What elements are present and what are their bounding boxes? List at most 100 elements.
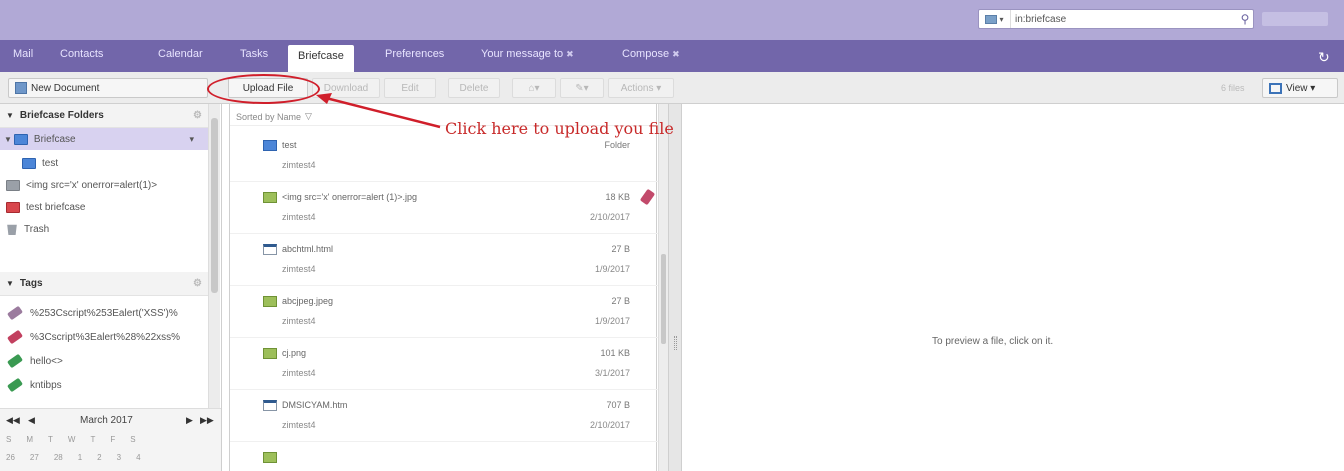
item-count: 6 files <box>1221 83 1245 93</box>
next-month-icon[interactable]: ▶ <box>186 415 193 426</box>
tab-briefcase[interactable]: Briefcase <box>288 45 354 72</box>
document-icon <box>985 14 998 24</box>
view-icon <box>1269 82 1282 94</box>
user-menu[interactable] <box>1262 12 1328 26</box>
folder-gray-icon <box>6 179 20 191</box>
weekday: T <box>90 435 96 444</box>
tag-icon <box>6 353 24 369</box>
pane-splitter[interactable] <box>668 104 682 471</box>
calendar-date[interactable]: 4 <box>136 453 140 462</box>
tag-dropdown-button[interactable]: ⌂▾ <box>512 78 556 98</box>
file-owner: zimtest4 <box>282 264 316 274</box>
tag-item[interactable]: kntibps <box>0 374 208 396</box>
tab-your-message[interactable]: Your message to ✖ <box>481 48 574 60</box>
calendar-date[interactable]: 28 <box>54 453 63 462</box>
refresh-icon[interactable]: ↻ <box>1318 49 1330 66</box>
image-file-icon <box>263 296 277 307</box>
list-item[interactable]: DMSICYAM.htm zimtest4 707 B 2/10/2017 <box>230 390 658 442</box>
folder-test-briefcase[interactable]: test briefcase <box>0 196 208 218</box>
file-date: 2/10/2017 <box>589 420 630 430</box>
preview-pane: To preview a file, click on it. <box>682 104 1344 471</box>
file-name: cj.png <box>282 348 307 358</box>
tags-title: Tags <box>19 278 43 289</box>
tags-header[interactable]: ▼ Tags ⚙ <box>0 272 208 296</box>
actions-button[interactable]: Actions ▾ <box>608 78 674 98</box>
upload-file-button[interactable]: Upload File <box>228 78 308 98</box>
tab-contacts[interactable]: Contacts <box>60 48 103 60</box>
tab-calendar[interactable]: Calendar <box>158 48 203 60</box>
file-owner: zimtest4 <box>282 420 316 430</box>
gear-icon[interactable]: ⚙ <box>193 278 202 289</box>
calendar-month[interactable]: March 2017 <box>80 415 133 426</box>
sidebar-scrollbar[interactable] <box>208 104 220 408</box>
list-item[interactable]: abchtml.html zimtest4 27 B 1/9/2017 <box>230 234 658 286</box>
preview-message: To preview a file, click on it. <box>932 336 1054 347</box>
prev-month-icon[interactable]: ◀ <box>28 415 35 426</box>
sort-arrow-icon: ▽ <box>305 111 312 121</box>
folder-trash[interactable]: Trash <box>0 218 208 240</box>
scrollbar-thumb[interactable] <box>211 118 218 293</box>
mini-calendar: ◀◀ ◀ March 2017 ▶ ▶▶ S M T W T F S 26 27… <box>0 408 221 471</box>
calendar-date[interactable]: 2 <box>97 453 101 462</box>
tag-item[interactable]: %253Cscript%253Ealert('XSS')% <box>0 302 208 324</box>
folder-test[interactable]: test <box>0 152 208 174</box>
calendar-date[interactable]: 27 <box>30 453 39 462</box>
calendar-dates: 26 27 28 1 2 3 4 <box>6 453 141 462</box>
file-name: abchtml.html <box>282 244 334 254</box>
folder-blue-icon <box>13 133 28 145</box>
search-box[interactable]: ▾ ⚲ <box>978 9 1254 29</box>
close-icon[interactable]: ✖ <box>566 49 574 59</box>
gear-icon[interactable]: ⚙ <box>193 110 202 121</box>
tag-label: %3Cscript%3Ealert%28%22xss% <box>30 331 181 343</box>
search-input[interactable] <box>1011 13 1237 25</box>
new-document-button[interactable]: New Document <box>8 78 208 98</box>
delete-button[interactable]: Delete <box>448 78 500 98</box>
weekday: T <box>48 435 53 444</box>
list-item[interactable]: cj.png zimtest4 101 KB 3/1/2017 <box>230 338 658 390</box>
tag-icon <box>6 329 24 345</box>
list-item[interactable] <box>230 442 658 471</box>
dropdown-arrow-icon: ▾ <box>999 14 1004 24</box>
calendar-weekdays: S M T W T F S <box>6 435 136 444</box>
view-button[interactable]: View ▾ <box>1262 78 1338 98</box>
tag-item-button[interactable]: ✎▾ <box>560 78 604 98</box>
search-type-dropdown[interactable]: ▾ <box>979 10 1011 28</box>
file-owner: zimtest4 <box>282 316 316 326</box>
calendar-header: ◀◀ ◀ March 2017 ▶ ▶▶ <box>0 415 221 431</box>
tab-compose-label: Compose <box>622 48 670 60</box>
tab-preferences[interactable]: Preferences <box>385 48 444 60</box>
new-document-label: New Document <box>31 82 100 94</box>
search-icon[interactable]: ⚲ <box>1237 10 1253 28</box>
tab-compose[interactable]: Compose ✖ <box>622 48 680 60</box>
calendar-date[interactable]: 3 <box>117 453 121 462</box>
tag-item[interactable]: %3Cscript%3Ealert%28%22xss% <box>0 326 208 348</box>
list-scrollbar[interactable] <box>658 104 668 471</box>
sidebar: ▼ Briefcase Folders ⚙ ▼ Briefcase ▾ test… <box>0 104 222 471</box>
download-button[interactable]: Download <box>312 78 380 98</box>
chevron-down-icon[interactable]: ▾ <box>189 134 194 145</box>
tag-item[interactable]: hello<> <box>0 350 208 372</box>
briefcase-folders-header[interactable]: ▼ Briefcase Folders ⚙ <box>0 104 208 128</box>
top-bar: ▾ ⚲ <box>0 0 1344 40</box>
close-icon[interactable]: ✖ <box>672 49 680 59</box>
folder-img-xss[interactable]: <img src='x' onerror=alert(1)> <box>0 174 208 196</box>
list-item[interactable]: abcjpeg.jpeg zimtest4 27 B 1/9/2017 <box>230 286 658 338</box>
edit-button[interactable]: Edit <box>384 78 436 98</box>
scrollbar-thumb[interactable] <box>661 254 666 344</box>
folder-briefcase[interactable]: ▼ Briefcase ▾ <box>0 128 208 150</box>
file-date: 2/10/2017 <box>589 212 630 222</box>
tag-label: hello<> <box>30 355 63 367</box>
calendar-date[interactable]: 26 <box>6 453 15 462</box>
next-year-icon[interactable]: ▶▶ <box>200 415 214 426</box>
new-document-icon <box>15 82 27 94</box>
list-item[interactable]: <img src='x' onerror=alert (1)>.jpg zimt… <box>230 182 658 234</box>
tab-tasks[interactable]: Tasks <box>240 48 268 60</box>
prev-year-icon[interactable]: ◀◀ <box>6 415 20 426</box>
weekday: M <box>26 435 34 444</box>
calendar-date[interactable]: 1 <box>78 453 82 462</box>
file-size: 101 KB <box>600 348 630 358</box>
tab-mail[interactable]: Mail <box>13 48 33 60</box>
file-date: 3/1/2017 <box>594 368 630 378</box>
collapse-triangle-icon: ▼ <box>6 279 14 288</box>
download-label: Download <box>323 82 369 94</box>
